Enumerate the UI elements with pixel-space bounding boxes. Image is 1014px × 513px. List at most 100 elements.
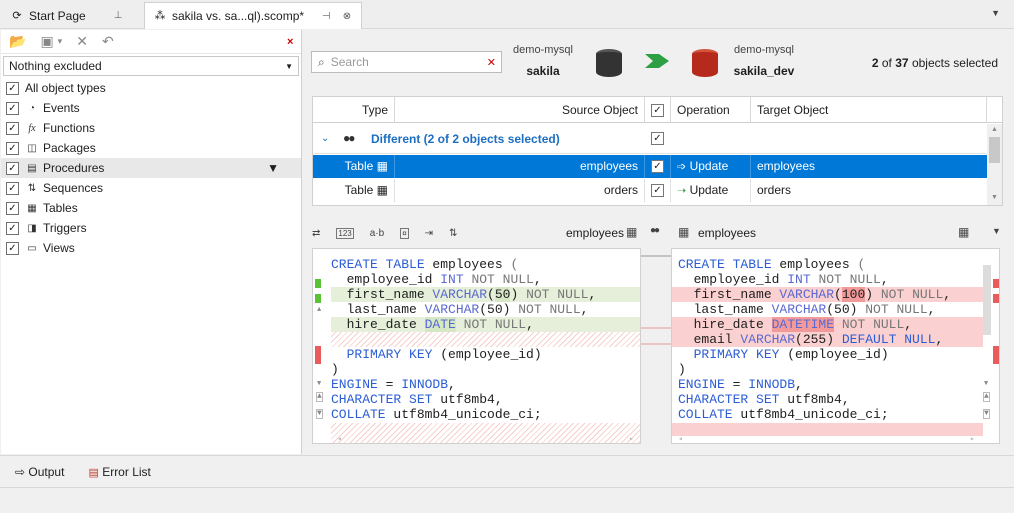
scroll-down-icon[interactable]: ▼: [316, 409, 323, 419]
tab-schema-compare[interactable]: ⁂ sakila vs. sa...ql).scomp* ⊣ ⊗: [144, 2, 362, 29]
column-include[interactable]: ✓: [645, 97, 671, 123]
checkbox[interactable]: ✓: [6, 101, 19, 115]
scroll-down-icon[interactable]: ▼: [991, 194, 998, 201]
tab-menu-chevron-icon[interactable]: ▼: [991, 8, 1000, 18]
options-chevron-icon[interactable]: ▼: [992, 226, 1001, 236]
object-type-list: ✓ All object types ✓ ◔ Events ✓ fx Functions …: [1, 78, 301, 258]
output-tab[interactable]: ⇨ Output: [15, 465, 64, 479]
open-folder-icon[interactable]: 📂: [9, 33, 26, 50]
difference-dots-icon: ●●: [343, 131, 355, 145]
scroll-down-icon[interactable]: ▼: [984, 377, 988, 392]
column-source-object[interactable]: Source Object: [395, 97, 645, 123]
line-numbers-icon[interactable]: 123: [336, 227, 354, 239]
group-checkbox[interactable]: ✓: [651, 132, 664, 145]
selection-count: 2 of 37 objects selected: [872, 56, 998, 70]
item-label: Tables: [43, 201, 78, 215]
table-row[interactable]: Table ▦ employees ✓ ➩ Update employees: [313, 155, 987, 178]
scroll-up-icon[interactable]: ▲: [991, 126, 998, 133]
error-list-label: Error List: [102, 464, 151, 479]
change-marker: [315, 346, 321, 364]
close-panel-icon[interactable]: ×: [287, 36, 293, 48]
row-type-label: Table: [344, 159, 374, 173]
list-item[interactable]: ✓ fx Functions: [1, 118, 301, 138]
code-line: ENGINE = INNODB,: [331, 377, 456, 392]
scroll-down-icon[interactable]: ▼: [317, 377, 321, 392]
row-checkbox[interactable]: ✓: [651, 160, 664, 174]
list-item[interactable]: ✓ ◔ Events: [1, 98, 301, 118]
clear-icon[interactable]: ✕: [76, 33, 88, 50]
group-label: Different (2 of 2 objects selected): [371, 132, 560, 146]
list-item[interactable]: ✓ ◫ Packages: [1, 138, 301, 158]
missing-line-placeholder: [331, 332, 640, 347]
scroll-down-icon[interactable]: ▼: [983, 409, 990, 419]
scroll-thumb[interactable]: [989, 137, 1000, 163]
whitespace-icon[interactable]: a·b: [370, 228, 384, 239]
chevron-down-icon: ▼: [285, 61, 293, 71]
document-tab-bar: ⟳ Start Page ⊥ ⁂ sakila vs. sa...ql).sco…: [0, 0, 1014, 29]
tab-start-page[interactable]: ⟳ Start Page ⊥: [2, 2, 142, 29]
list-item[interactable]: ✓ ▭ Views: [1, 238, 301, 258]
list-item[interactable]: ✓ All object types: [1, 78, 301, 98]
checkbox[interactable]: ✓: [6, 141, 19, 155]
list-item[interactable]: ✓ ▤ Procedures ▼: [1, 158, 301, 178]
scroll-right-icon[interactable]: ▸: [970, 432, 975, 443]
row-checkbox[interactable]: ✓: [651, 184, 664, 198]
undo-icon[interactable]: ↶: [102, 33, 114, 50]
diff-connector: [641, 248, 671, 444]
list-item[interactable]: ✓ ⇅ Sequences: [1, 178, 301, 198]
checkbox[interactable]: ✓: [6, 201, 19, 215]
source-database-icon: [596, 49, 622, 77]
indent-icon[interactable]: ⇥: [425, 228, 433, 239]
checkbox[interactable]: ✓: [6, 221, 19, 235]
list-item[interactable]: ✓ ◨ Triggers: [1, 218, 301, 238]
checkbox[interactable]: ✓: [6, 121, 19, 135]
table-row[interactable]: Table ▦ orders ✓ ➝ Update orders: [313, 179, 987, 202]
column-type[interactable]: Type: [313, 97, 395, 123]
table-icon: ▦: [678, 225, 690, 239]
column-target-object[interactable]: Target Object: [751, 97, 987, 123]
sort-icon[interactable]: ⇅: [449, 228, 457, 239]
row-operation-label: Update: [689, 183, 729, 197]
search-input[interactable]: ⌕ Search ✕: [311, 51, 502, 73]
start-page-icon: ⟳: [12, 9, 22, 22]
target-code-pane[interactable]: CREATE TABLE employees ( employee_id INT…: [671, 248, 1000, 444]
grid-scrollbar[interactable]: ▲ ▼: [987, 124, 1002, 205]
clear-search-icon[interactable]: ✕: [487, 56, 496, 69]
pin-icon[interactable]: ⊣: [322, 11, 331, 22]
filter-dropdown[interactable]: Nothing excluded ▼: [3, 56, 299, 76]
scroll-up-icon[interactable]: ▲: [317, 303, 321, 318]
sync-scroll-icon[interactable]: ⇄: [312, 228, 320, 239]
total-count: 37: [895, 56, 909, 70]
list-item[interactable]: ✓ ▦ Tables: [1, 198, 301, 218]
chevron-down-icon[interactable]: ⌄: [321, 133, 329, 144]
save-dropdown-icon[interactable]: ▾: [58, 36, 63, 47]
diff-connector-lines: [641, 255, 671, 345]
word-wrap-icon[interactable]: ¤: [400, 227, 409, 239]
scroll-right-icon[interactable]: ▸: [629, 432, 634, 443]
checkbox[interactable]: ✓: [6, 81, 19, 95]
code-line: CREATE TABLE employees (: [678, 257, 866, 272]
header-checkbox[interactable]: ✓: [651, 104, 664, 118]
source-code-pane[interactable]: ▲ ▼ ▲ ▼ CREATE TABLE employees ( employe…: [312, 248, 641, 444]
pin-icon[interactable]: ⊥: [114, 10, 123, 21]
column-operation[interactable]: Operation: [671, 97, 751, 123]
layout-icon[interactable]: ▦: [958, 225, 969, 239]
scroll-left-icon[interactable]: ◂: [678, 432, 683, 443]
code-line: PRIMARY KEY (employee_id): [693, 347, 889, 362]
change-marker: [315, 279, 321, 288]
error-list-tab[interactable]: ▤ Error List: [88, 465, 150, 479]
source-server: demo-mysql: [513, 44, 573, 56]
save-icon[interactable]: ▣: [40, 33, 53, 50]
group-row-different[interactable]: ⌄ ●● Different (2 of 2 objects selected)…: [313, 124, 987, 154]
close-icon[interactable]: ⊗: [343, 11, 351, 22]
checkbox[interactable]: ✓: [6, 161, 19, 175]
checkbox[interactable]: ✓: [6, 241, 19, 255]
scroll-left-icon[interactable]: ◂: [337, 432, 342, 443]
row-operation-label: Update: [689, 159, 729, 173]
code-line: CHARACTER SET utf8mb4,: [678, 392, 850, 407]
filter-icon[interactable]: ▼: [267, 161, 279, 175]
scroll-up-icon[interactable]: ▲: [983, 392, 990, 402]
scroll-up-icon[interactable]: ▲: [316, 392, 323, 402]
scroll-thumb[interactable]: [983, 265, 991, 335]
checkbox[interactable]: ✓: [6, 181, 19, 195]
